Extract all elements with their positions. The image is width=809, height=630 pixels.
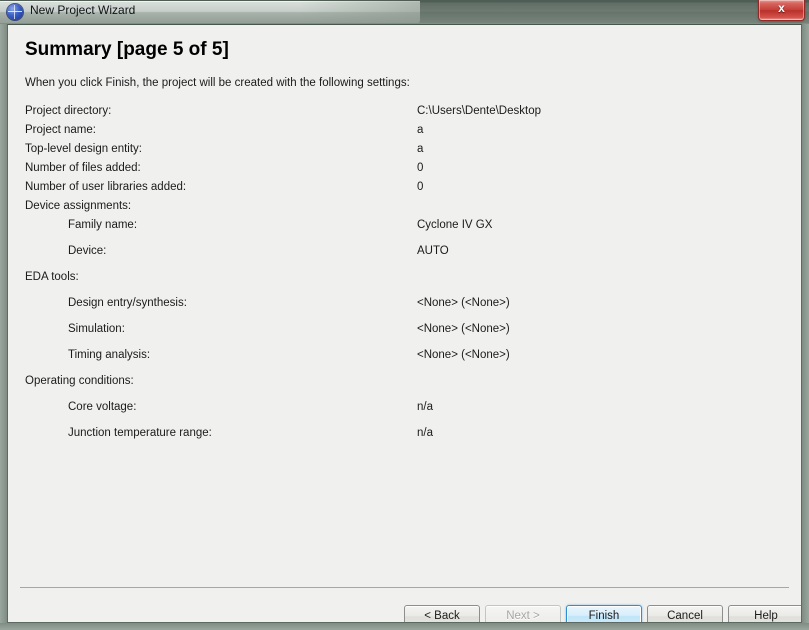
summary-row: Simulation: <None> (<None>) [25, 323, 789, 349]
button-bar-separator [20, 587, 789, 588]
summary-row: Number of files added: 0 [25, 162, 789, 181]
summary-row-label: Core voltage: [68, 401, 137, 413]
window-titlebar[interactable]: quartus-globe-icon New Project Wizard x [0, 0, 809, 24]
wizard-client-area: Summary [page 5 of 5] When you click Fin… [7, 24, 802, 623]
summary-row-value: 0 [417, 162, 424, 174]
cancel-button[interactable]: Cancel [647, 605, 723, 622]
summary-row-label: Timing analysis: [68, 349, 151, 361]
summary-row-value: <None> (<None>) [417, 349, 510, 361]
summary-row-label: Project name: [25, 124, 96, 136]
summary-row-value: a [417, 143, 424, 155]
summary-row-label: Number of user libraries added: [25, 181, 187, 193]
summary-row-value: AUTO [417, 245, 449, 257]
summary-row-label: Top-level design entity: [25, 143, 142, 155]
summary-row: EDA tools: [25, 271, 789, 297]
summary-row: Junction temperature range: n/a [25, 427, 789, 453]
window-frame-left [0, 24, 7, 630]
window-frame-bottom [0, 623, 809, 630]
summary-row-value: <None> (<None>) [417, 323, 510, 335]
close-icon: x [778, 1, 785, 15]
summary-row: Timing analysis: <None> (<None>) [25, 349, 789, 375]
summary-row-value: C:\Users\Dente\Desktop [417, 105, 541, 117]
summary-row: Project name: a [25, 124, 789, 143]
summary-row-label: Design entry/synthesis: [68, 297, 187, 309]
summary-row: Device: AUTO [25, 245, 789, 271]
window-frame-right [802, 24, 809, 630]
summary-row-value: 0 [417, 181, 424, 193]
back-button[interactable]: < Back [404, 605, 480, 622]
summary-row: Core voltage: n/a [25, 401, 789, 427]
summary-row-label: Device assignments: [25, 200, 132, 212]
summary-row: Number of user libraries added: 0 [25, 181, 789, 200]
summary-row: Operating conditions: [25, 375, 789, 401]
summary-row-label: Junction temperature range: [68, 427, 212, 439]
summary-row-value: a [417, 124, 424, 136]
page-intro-text: When you click Finish, the project will … [25, 77, 410, 89]
summary-row-label: Family name: [68, 219, 138, 231]
summary-row: Project directory: C:\Users\Dente\Desktop [25, 105, 789, 124]
new-project-wizard-window: quartus-globe-icon New Project Wizard x … [0, 0, 809, 630]
summary-row-label: Operating conditions: [25, 375, 134, 387]
summary-row-value: <None> (<None>) [417, 297, 510, 309]
summary-row-label: Project directory: [25, 105, 112, 117]
summary-row-value: n/a [417, 401, 433, 413]
summary-row-value: Cyclone IV GX [417, 219, 493, 231]
close-button[interactable]: x [758, 0, 805, 21]
summary-row-label: EDA tools: [25, 271, 79, 283]
summary-row-label: Simulation: [68, 323, 125, 335]
wizard-page-content: Summary [page 5 of 5] When you click Fin… [8, 25, 801, 622]
summary-row-value: n/a [417, 427, 433, 439]
summary-row-label: Number of files added: [25, 162, 141, 174]
finish-button[interactable]: Finish [566, 605, 642, 622]
next-button: Next > [485, 605, 561, 622]
help-button[interactable]: Help [728, 605, 801, 622]
summary-settings-list: Project directory: C:\Users\Dente\Desktop… [25, 105, 789, 453]
summary-row: Family name: Cyclone IV GX [25, 219, 789, 245]
wizard-button-bar: < Back Next > Finish Cancel Help [8, 605, 801, 622]
summary-row: Device assignments: [25, 200, 789, 219]
page-title: Summary [page 5 of 5] [25, 39, 229, 60]
summary-row-label: Device: [68, 245, 107, 257]
window-title: New Project Wizard [30, 3, 136, 17]
summary-row: Top-level design entity: a [25, 143, 789, 162]
quartus-globe-icon: quartus-globe-icon [7, 4, 23, 20]
summary-row: Design entry/synthesis: <None> (<None>) [25, 297, 789, 323]
